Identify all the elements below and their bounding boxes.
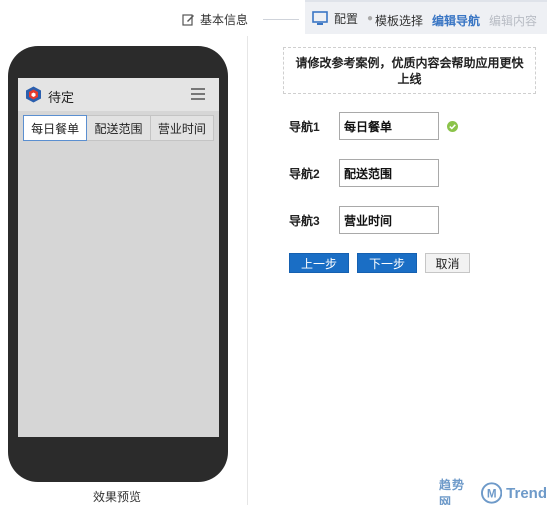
nav-label: 导航1 [289,119,320,134]
panel-divider [247,36,248,505]
preview-tab[interactable]: 配送范围 [87,116,151,140]
watermark-logo-icon: M [480,482,503,504]
app-logo-icon [26,86,41,103]
app-header: 待定 [18,78,219,111]
step-edit-content[interactable]: 编辑内容 [489,12,537,29]
watermark-en-text: Trend [506,484,547,502]
step-separator-dot: ● [367,13,374,24]
watermark-cn-text: 趋势网 [439,478,466,505]
nav-row-2: 导航2 [289,159,439,187]
step-template-select[interactable]: 模板选择 [375,12,423,29]
check-icon [447,120,458,132]
prev-step-button[interactable]: 上一步 [289,253,349,273]
nav-label: 导航2 [289,166,320,181]
phone-screen: 待定 每日餐单 配送范围 营业时间 [18,78,219,437]
nav-row-3: 导航3 [289,206,439,234]
step-bar-left [0,0,305,36]
step-config-label: 配置 [334,12,359,26]
svg-text:M: M [487,487,497,500]
nav-label: 导航3 [289,213,320,228]
step-connector [263,19,299,20]
nav-input-2[interactable] [339,159,439,187]
nav-input-1[interactable] [339,112,439,140]
page-root: 基本信息 配置 ● 模板选择 编辑导航 编辑内容 待定 每日餐单 配送范围 营业… [0,0,547,505]
next-step-button[interactable]: 下一步 [357,253,417,273]
watermark: 趋势网 M Trend [439,478,547,505]
preview-tabs: 每日餐单 配送范围 营业时间 [23,115,214,141]
nav-input-3[interactable] [339,206,439,234]
step-config[interactable]: 配置 ● [312,10,376,27]
app-title: 待定 [48,90,75,105]
monitor-icon [312,11,328,25]
preview-label: 效果预览 [92,490,141,504]
cancel-button[interactable]: 取消 [425,253,470,273]
step-edit-nav[interactable]: 编辑导航 [432,12,480,29]
preview-tab[interactable]: 营业时间 [151,116,213,140]
step-basic-info[interactable]: 基本信息 [182,10,248,28]
step-basic-info-label: 基本信息 [200,12,249,27]
preview-tab[interactable]: 每日餐单 [23,115,88,141]
hamburger-menu-icon[interactable] [191,88,205,100]
step-bar: 基本信息 配置 ● 模板选择 编辑导航 编辑内容 [0,0,547,36]
nav-row-1: 导航1 [289,112,458,140]
edit-icon [182,13,194,26]
notice-box: 请修改参考案例，优质内容会帮助应用更快上线 [283,47,536,94]
